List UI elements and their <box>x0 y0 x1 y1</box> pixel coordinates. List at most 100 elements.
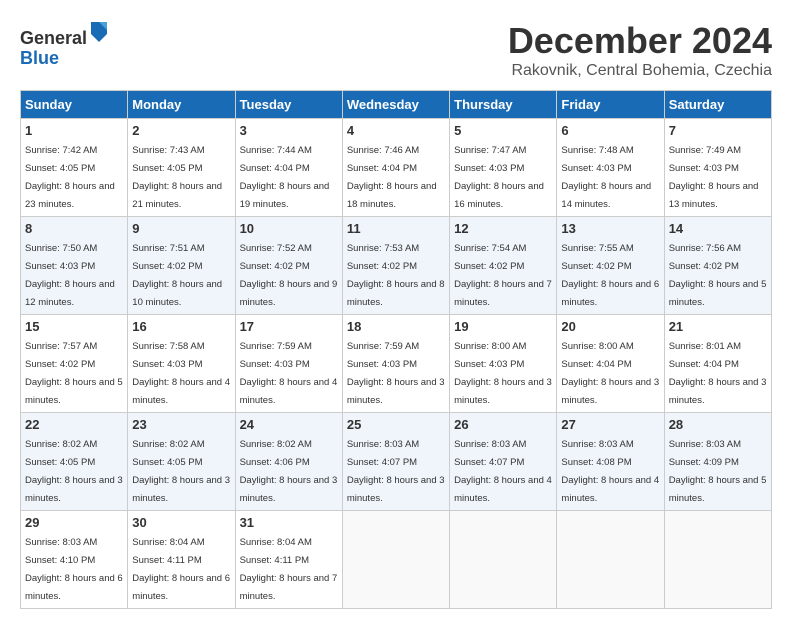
table-row: 12 Sunrise: 7:54 AMSunset: 4:02 PMDaylig… <box>450 217 557 315</box>
day-info: Sunrise: 8:00 AMSunset: 4:03 PMDaylight:… <box>454 341 552 406</box>
day-number: 20 <box>561 319 659 334</box>
table-row <box>557 511 664 609</box>
day-info: Sunrise: 8:03 AMSunset: 4:07 PMDaylight:… <box>454 439 552 504</box>
day-number: 26 <box>454 417 552 432</box>
day-number: 21 <box>669 319 767 334</box>
day-info: Sunrise: 7:47 AMSunset: 4:03 PMDaylight:… <box>454 145 544 210</box>
calendar-table: Sunday Monday Tuesday Wednesday Thursday… <box>20 90 772 609</box>
day-info: Sunrise: 7:58 AMSunset: 4:03 PMDaylight:… <box>132 341 230 406</box>
day-info: Sunrise: 7:51 AMSunset: 4:02 PMDaylight:… <box>132 243 222 308</box>
location: Rakovnik, Central Bohemia, Czechia <box>508 62 772 80</box>
table-row: 18 Sunrise: 7:59 AMSunset: 4:03 PMDaylig… <box>342 315 449 413</box>
day-info: Sunrise: 8:03 AMSunset: 4:09 PMDaylight:… <box>669 439 767 504</box>
table-row: 25 Sunrise: 8:03 AMSunset: 4:07 PMDaylig… <box>342 413 449 511</box>
table-row: 6 Sunrise: 7:48 AMSunset: 4:03 PMDayligh… <box>557 119 664 217</box>
day-number: 12 <box>454 221 552 236</box>
calendar-row: 29 Sunrise: 8:03 AMSunset: 4:10 PMDaylig… <box>21 511 772 609</box>
day-info: Sunrise: 7:54 AMSunset: 4:02 PMDaylight:… <box>454 243 552 308</box>
col-friday: Friday <box>557 91 664 119</box>
table-row: 20 Sunrise: 8:00 AMSunset: 4:04 PMDaylig… <box>557 315 664 413</box>
day-info: Sunrise: 7:49 AMSunset: 4:03 PMDaylight:… <box>669 145 759 210</box>
table-row: 26 Sunrise: 8:03 AMSunset: 4:07 PMDaylig… <box>450 413 557 511</box>
day-number: 13 <box>561 221 659 236</box>
day-info: Sunrise: 8:04 AMSunset: 4:11 PMDaylight:… <box>132 537 230 602</box>
table-row: 27 Sunrise: 8:03 AMSunset: 4:08 PMDaylig… <box>557 413 664 511</box>
day-info: Sunrise: 7:46 AMSunset: 4:04 PMDaylight:… <box>347 145 437 210</box>
day-info: Sunrise: 7:52 AMSunset: 4:02 PMDaylight:… <box>240 243 338 308</box>
col-wednesday: Wednesday <box>342 91 449 119</box>
day-number: 1 <box>25 123 123 138</box>
day-number: 3 <box>240 123 338 138</box>
table-row: 24 Sunrise: 8:02 AMSunset: 4:06 PMDaylig… <box>235 413 342 511</box>
page-header: General Blue December 2024 Rakovnik, Cen… <box>20 20 772 80</box>
title-block: December 2024 Rakovnik, Central Bohemia,… <box>508 20 772 80</box>
day-number: 27 <box>561 417 659 432</box>
day-info: Sunrise: 7:43 AMSunset: 4:05 PMDaylight:… <box>132 145 222 210</box>
table-row: 16 Sunrise: 7:58 AMSunset: 4:03 PMDaylig… <box>128 315 235 413</box>
calendar-body: 1 Sunrise: 7:42 AMSunset: 4:05 PMDayligh… <box>21 119 772 609</box>
table-row: 8 Sunrise: 7:50 AMSunset: 4:03 PMDayligh… <box>21 217 128 315</box>
col-monday: Monday <box>128 91 235 119</box>
day-info: Sunrise: 7:57 AMSunset: 4:02 PMDaylight:… <box>25 341 123 406</box>
col-thursday: Thursday <box>450 91 557 119</box>
day-number: 6 <box>561 123 659 138</box>
day-info: Sunrise: 8:00 AMSunset: 4:04 PMDaylight:… <box>561 341 659 406</box>
day-info: Sunrise: 7:53 AMSunset: 4:02 PMDaylight:… <box>347 243 445 308</box>
day-number: 14 <box>669 221 767 236</box>
table-row: 21 Sunrise: 8:01 AMSunset: 4:04 PMDaylig… <box>664 315 771 413</box>
day-info: Sunrise: 7:59 AMSunset: 4:03 PMDaylight:… <box>347 341 445 406</box>
calendar-row: 22 Sunrise: 8:02 AMSunset: 4:05 PMDaylig… <box>21 413 772 511</box>
day-number: 25 <box>347 417 445 432</box>
table-row <box>342 511 449 609</box>
day-number: 5 <box>454 123 552 138</box>
table-row: 4 Sunrise: 7:46 AMSunset: 4:04 PMDayligh… <box>342 119 449 217</box>
day-number: 2 <box>132 123 230 138</box>
calendar-row: 1 Sunrise: 7:42 AMSunset: 4:05 PMDayligh… <box>21 119 772 217</box>
table-row: 5 Sunrise: 7:47 AMSunset: 4:03 PMDayligh… <box>450 119 557 217</box>
day-number: 24 <box>240 417 338 432</box>
day-info: Sunrise: 7:59 AMSunset: 4:03 PMDaylight:… <box>240 341 338 406</box>
table-row: 29 Sunrise: 8:03 AMSunset: 4:10 PMDaylig… <box>21 511 128 609</box>
day-info: Sunrise: 7:55 AMSunset: 4:02 PMDaylight:… <box>561 243 659 308</box>
day-number: 17 <box>240 319 338 334</box>
day-number: 22 <box>25 417 123 432</box>
col-tuesday: Tuesday <box>235 91 342 119</box>
logo-blue-text: Blue <box>20 48 59 68</box>
day-number: 31 <box>240 515 338 530</box>
calendar-row: 8 Sunrise: 7:50 AMSunset: 4:03 PMDayligh… <box>21 217 772 315</box>
table-row: 2 Sunrise: 7:43 AMSunset: 4:05 PMDayligh… <box>128 119 235 217</box>
table-row: 9 Sunrise: 7:51 AMSunset: 4:02 PMDayligh… <box>128 217 235 315</box>
logo: General Blue <box>20 20 109 69</box>
day-number: 18 <box>347 319 445 334</box>
table-row: 3 Sunrise: 7:44 AMSunset: 4:04 PMDayligh… <box>235 119 342 217</box>
day-info: Sunrise: 7:50 AMSunset: 4:03 PMDaylight:… <box>25 243 115 308</box>
table-row: 10 Sunrise: 7:52 AMSunset: 4:02 PMDaylig… <box>235 217 342 315</box>
day-info: Sunrise: 8:02 AMSunset: 4:05 PMDaylight:… <box>25 439 123 504</box>
logo-icon <box>89 20 109 44</box>
table-row: 23 Sunrise: 8:02 AMSunset: 4:05 PMDaylig… <box>128 413 235 511</box>
table-row: 11 Sunrise: 7:53 AMSunset: 4:02 PMDaylig… <box>342 217 449 315</box>
day-number: 9 <box>132 221 230 236</box>
day-info: Sunrise: 8:01 AMSunset: 4:04 PMDaylight:… <box>669 341 767 406</box>
day-number: 30 <box>132 515 230 530</box>
day-number: 8 <box>25 221 123 236</box>
day-info: Sunrise: 7:48 AMSunset: 4:03 PMDaylight:… <box>561 145 651 210</box>
day-info: Sunrise: 8:04 AMSunset: 4:11 PMDaylight:… <box>240 537 338 602</box>
day-info: Sunrise: 7:44 AMSunset: 4:04 PMDaylight:… <box>240 145 330 210</box>
day-info: Sunrise: 8:02 AMSunset: 4:06 PMDaylight:… <box>240 439 338 504</box>
day-info: Sunrise: 7:42 AMSunset: 4:05 PMDaylight:… <box>25 145 115 210</box>
col-saturday: Saturday <box>664 91 771 119</box>
logo-general-text: General <box>20 28 87 48</box>
table-row: 13 Sunrise: 7:55 AMSunset: 4:02 PMDaylig… <box>557 217 664 315</box>
day-number: 10 <box>240 221 338 236</box>
day-number: 15 <box>25 319 123 334</box>
day-number: 7 <box>669 123 767 138</box>
day-info: Sunrise: 8:03 AMSunset: 4:10 PMDaylight:… <box>25 537 123 602</box>
day-info: Sunrise: 8:03 AMSunset: 4:08 PMDaylight:… <box>561 439 659 504</box>
table-row: 17 Sunrise: 7:59 AMSunset: 4:03 PMDaylig… <box>235 315 342 413</box>
day-number: 23 <box>132 417 230 432</box>
day-info: Sunrise: 7:56 AMSunset: 4:02 PMDaylight:… <box>669 243 767 308</box>
month-title: December 2024 <box>508 20 772 62</box>
day-number: 11 <box>347 221 445 236</box>
calendar-header-row: Sunday Monday Tuesday Wednesday Thursday… <box>21 91 772 119</box>
